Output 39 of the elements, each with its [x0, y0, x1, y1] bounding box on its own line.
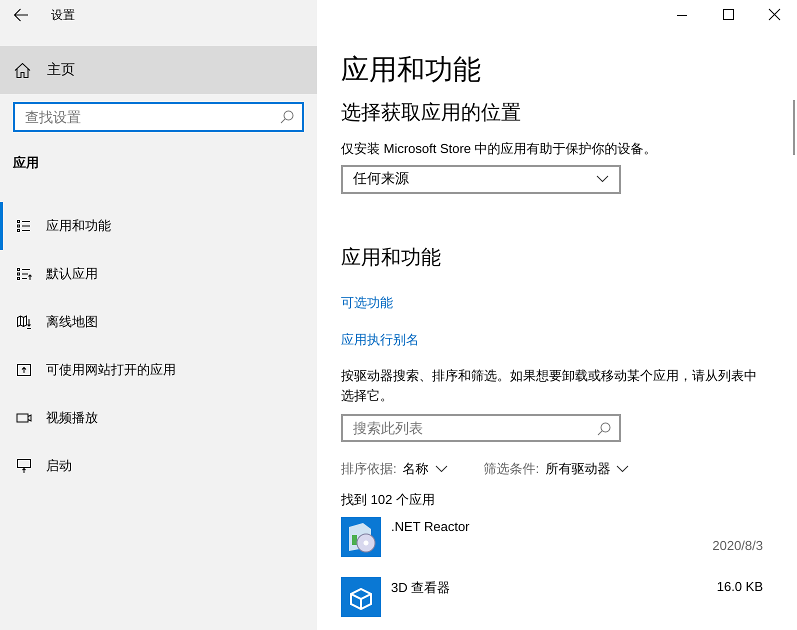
section-heading: 选择获取应用的位置: [341, 101, 522, 126]
nav-item[interactable]: 默认应用: [0, 250, 317, 298]
monitor-arrow-icon: [16, 458, 32, 474]
nav-item[interactable]: 离线地图: [0, 298, 317, 346]
window-upload-icon: [16, 362, 32, 378]
app-date: 2020/8/3: [712, 538, 763, 553]
filter-dropdown[interactable]: 筛选条件: 所有驱动器: [484, 460, 630, 478]
cube-icon: [341, 576, 381, 617]
sort-dropdown[interactable]: 排序依据: 名称: [341, 460, 448, 478]
window-title: 设置: [51, 6, 75, 24]
nav-item[interactable]: 可使用网站打开的应用: [0, 346, 317, 394]
list-arrow-icon: [16, 266, 32, 282]
settings-search-field[interactable]: 查找设置: [13, 102, 304, 132]
chevron-down-icon: [596, 175, 609, 184]
app-size: 16.0 KB: [716, 578, 763, 596]
app-name[interactable]: .NET Reactor: [391, 518, 470, 534]
list-icon: [16, 218, 32, 234]
home-item[interactable]: 主页: [0, 46, 317, 94]
link[interactable]: 可选功能: [341, 294, 393, 312]
nav-item[interactable]: 启动: [0, 442, 317, 490]
search-icon: [597, 422, 611, 436]
map-download-icon: [16, 314, 32, 330]
description-text: 仅安装 Microsoft Store 中的应用有助于保护你的设备。: [341, 140, 658, 158]
back-arrow-icon[interactable]: [13, 8, 29, 22]
chevron-down-icon: [434, 464, 448, 473]
list-search-field[interactable]: 搜索此列表: [341, 414, 621, 442]
home-icon: [14, 62, 31, 78]
app-name[interactable]: 3D 查看器: [391, 578, 450, 597]
search-icon: [280, 110, 294, 124]
chevron-down-icon: [616, 464, 630, 473]
description-text: 按驱动器搜索、排序和筛选。如果想要卸载或移动某个应用，请从列表中选择它。: [341, 366, 758, 405]
section-heading: 应用: [13, 154, 40, 172]
scrollbar[interactable]: [793, 100, 795, 155]
app-count-text: 找到 102 个应用: [341, 490, 436, 509]
nav-item[interactable]: 视频播放: [0, 394, 317, 442]
page-title: 应用和功能: [341, 53, 482, 87]
source-dropdown[interactable]: 任何来源: [341, 165, 621, 194]
link[interactable]: 应用执行别名: [341, 330, 419, 349]
section-heading: 应用和功能: [341, 246, 442, 271]
